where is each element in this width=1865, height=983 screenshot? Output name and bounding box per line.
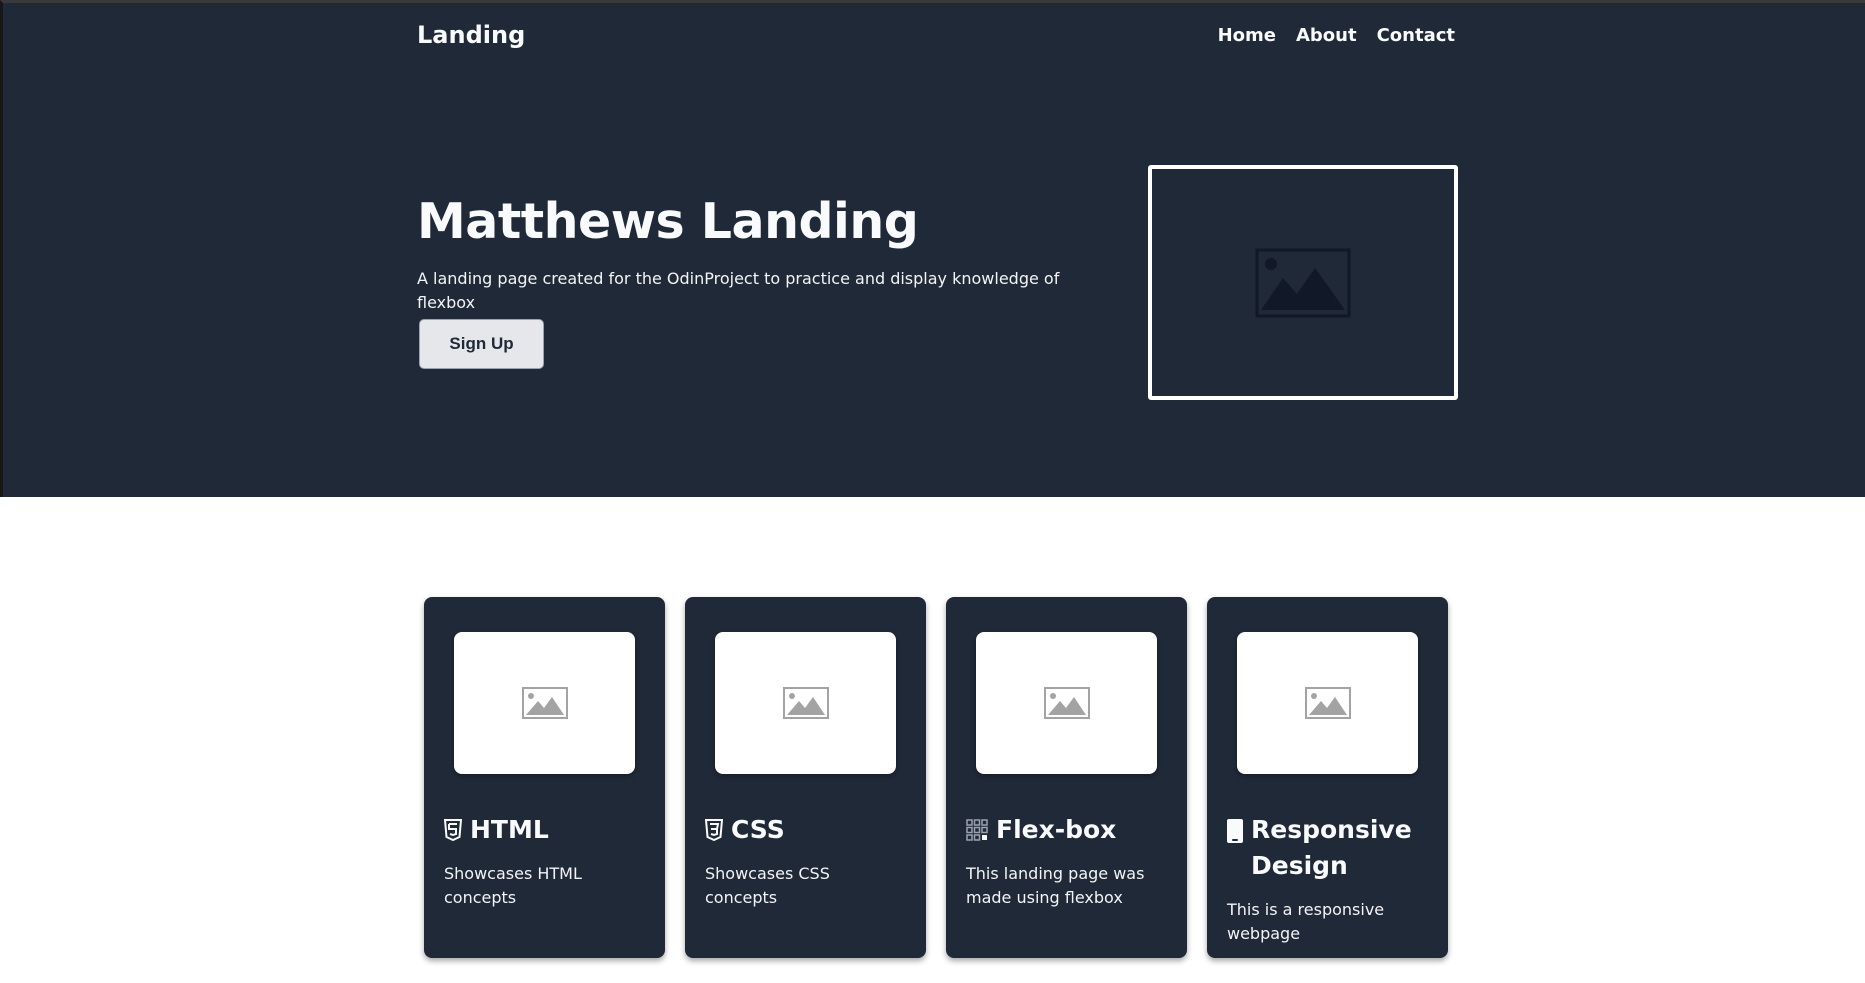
sign-up-button[interactable]: Sign Up xyxy=(419,319,544,369)
nav-brand[interactable]: Landing xyxy=(417,21,525,49)
card-text: Showcases HTML concepts xyxy=(444,864,582,907)
image-placeholder-icon xyxy=(521,687,568,719)
nav-link-about[interactable]: About xyxy=(1296,25,1357,46)
card-text: This landing page was made using flexbox xyxy=(966,864,1145,907)
card-heading-label: Flex-box xyxy=(996,815,1117,844)
card-image xyxy=(1237,632,1418,774)
card-html: HTML Showcases HTML concepts xyxy=(424,597,665,958)
card-heading-label: Responsive Design xyxy=(1251,815,1412,880)
nav-link-home[interactable]: Home xyxy=(1218,25,1276,46)
card-responsive: Responsive Design This is a responsive w… xyxy=(1207,597,1448,958)
image-placeholder-icon xyxy=(1304,687,1351,719)
card-heading: Flex-box xyxy=(966,812,1167,848)
card-heading: Responsive Design xyxy=(1227,812,1428,884)
card-text: This is a responsive webpage xyxy=(1227,900,1385,943)
mobile-icon xyxy=(1227,819,1243,843)
grid-icon xyxy=(966,819,988,841)
card-image xyxy=(715,632,896,774)
card-heading: CSS xyxy=(705,812,906,848)
hero-image xyxy=(1148,165,1458,400)
image-placeholder-icon xyxy=(782,687,829,719)
css3-icon xyxy=(705,819,723,841)
html5-icon xyxy=(444,819,462,841)
card-css: CSS Showcases CSS concepts xyxy=(685,597,926,958)
card-heading-label: HTML xyxy=(470,815,549,844)
feature-cards: HTML Showcases HTML concepts CSS Showcas… xyxy=(424,597,1448,958)
image-placeholder-icon xyxy=(1043,687,1090,719)
card-heading-label: CSS xyxy=(731,815,785,844)
card-image xyxy=(454,632,635,774)
nav-links: Home About Contact xyxy=(1218,25,1455,46)
hero-title: Matthews Landing xyxy=(417,193,919,250)
card-text: Showcases CSS concepts xyxy=(705,864,830,907)
card-flexbox: Flex-box This landing page was made usin… xyxy=(946,597,1187,958)
card-heading: HTML xyxy=(444,812,645,848)
nav-link-contact[interactable]: Contact xyxy=(1377,25,1455,46)
hero-description: A landing page created for the OdinProje… xyxy=(417,269,1060,312)
image-placeholder-icon xyxy=(1255,248,1351,317)
hero-section: Landing Home About Contact Matthews Land… xyxy=(0,0,1865,497)
card-image xyxy=(976,632,1157,774)
